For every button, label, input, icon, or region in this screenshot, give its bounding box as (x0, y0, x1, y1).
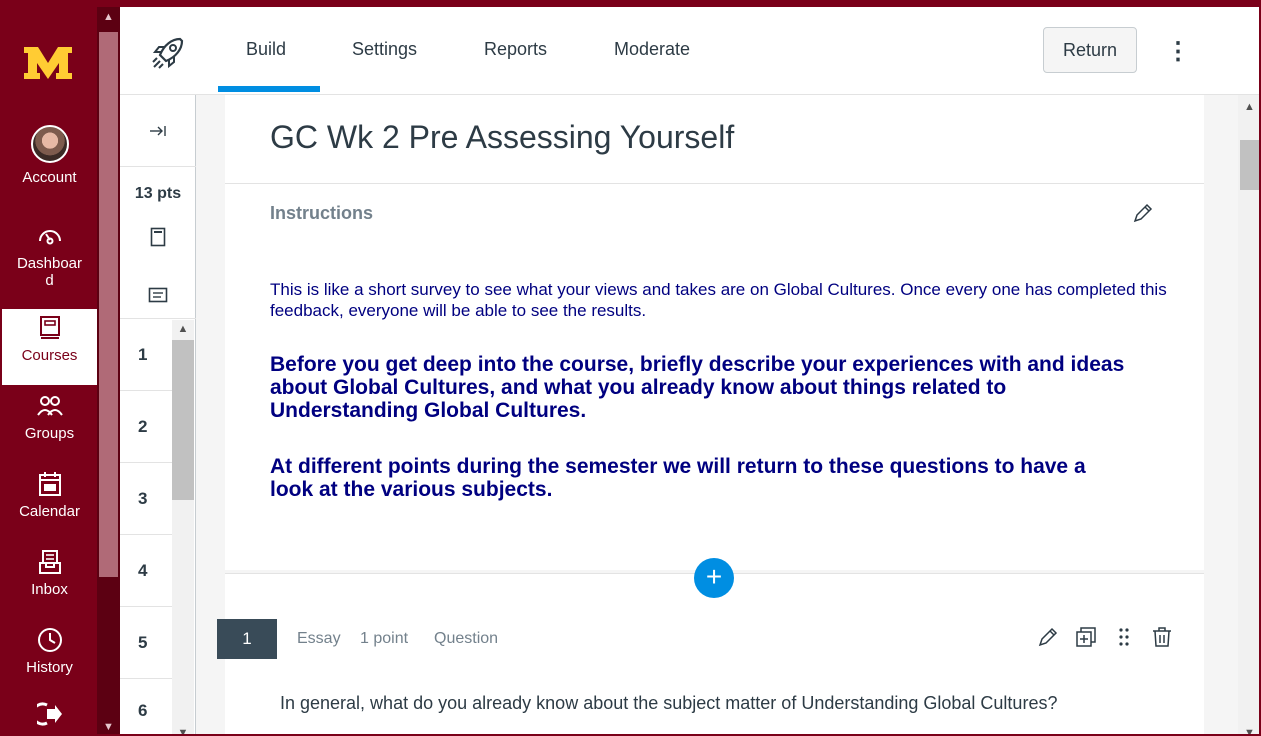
nav-item-label: Calendar (19, 503, 80, 520)
copy-question-icon[interactable] (1074, 625, 1098, 649)
inbox-icon (2, 549, 97, 581)
expand-sidebar-button[interactable] (120, 95, 196, 167)
account-avatar-icon (30, 125, 69, 163)
scroll-down-arrow-icon[interactable]: ▼ (172, 727, 194, 734)
nav-item-label: Account (22, 169, 77, 186)
rocket-icon (152, 37, 184, 69)
quiz-topbar: Build Settings Reports Moderate Return ⋮ (120, 7, 1259, 95)
page-icon[interactable] (120, 221, 196, 253)
scroll-up-arrow-icon[interactable]: ▲ (1238, 101, 1259, 113)
sidebar-question-3[interactable]: 3 (120, 463, 172, 535)
return-button[interactable]: Return (1043, 27, 1137, 73)
tab-settings[interactable]: Settings (352, 39, 417, 60)
scroll-up-arrow-icon[interactable]: ▲ (172, 323, 194, 335)
question-kind: Question (434, 630, 499, 647)
history-icon (2, 627, 97, 659)
question-text: In general, what do you already know abo… (280, 693, 1058, 713)
nav-item-inbox[interactable]: Inbox (2, 549, 97, 598)
active-tab-indicator (218, 86, 320, 92)
university-logo[interactable] (22, 43, 74, 83)
nav-item-groups[interactable]: Groups (2, 393, 97, 442)
scrollbar-thumb[interactable] (99, 32, 118, 577)
total-points: 13 pts (134, 185, 182, 202)
instructions-paragraph: At different points during the semester … (270, 455, 1086, 501)
drag-handle-icon[interactable] (1112, 625, 1136, 649)
app-window: Account Dashboar d Courses Groups Calend (0, 0, 1261, 736)
nav-item-calendar[interactable]: Calendar (2, 471, 97, 520)
main-scrollbar[interactable]: ▲ ▼ (1238, 95, 1259, 734)
logout-arrow-icon (2, 701, 97, 733)
question-points: 1 point (360, 630, 409, 647)
edit-instructions-pencil-icon[interactable] (1131, 201, 1155, 225)
delete-question-trash-icon[interactable] (1150, 625, 1174, 649)
sidebar-question-6[interactable]: 6 (120, 679, 172, 734)
main-scrollbar-thumb[interactable] (1240, 140, 1259, 190)
nav-scrollbar[interactable]: ▲ ▼ (97, 7, 120, 734)
expand-arrow-icon (150, 125, 166, 136)
question-number-badge: 1 (217, 619, 277, 659)
dashboard-icon (2, 223, 97, 255)
tab-reports[interactable]: Reports (484, 39, 547, 60)
scroll-up-arrow-icon[interactable]: ▲ (97, 11, 120, 23)
global-navigation: Account Dashboar d Courses Groups Calend (2, 7, 97, 734)
question-type: Essay (297, 630, 341, 647)
question-sidebar: 13 pts ▲ ▼ 1 2 3 4 5 6 (120, 95, 196, 734)
sidebar-scrollbar-thumb[interactable] (172, 340, 194, 500)
scroll-down-arrow-icon[interactable]: ▼ (97, 721, 120, 733)
nav-item-label: Inbox (31, 581, 68, 598)
nav-item-dashboard[interactable]: Dashboar d (2, 223, 97, 289)
question-toolbar (1036, 625, 1174, 649)
courses-icon (2, 315, 97, 347)
nav-item-account[interactable]: Account (2, 125, 97, 186)
more-options-icon[interactable]: ⋮ (1166, 37, 1190, 67)
sidebar-question-1[interactable]: 1 (120, 319, 172, 391)
divider (225, 183, 1204, 184)
calendar-icon (2, 471, 97, 503)
groups-icon (2, 393, 97, 425)
quiz-editor: GC Wk 2 Pre Assessing Yourself Instructi… (196, 95, 1238, 734)
nav-item-history[interactable]: History (2, 627, 97, 676)
instructions-intro-text: This is like a short survey to see what … (270, 280, 1167, 320)
page-title: GC Wk 2 Pre Assessing Yourself (270, 119, 735, 155)
nav-item-courses[interactable]: Courses (2, 309, 97, 385)
sidebar-question-2[interactable]: 2 (120, 391, 172, 463)
nav-item-label: Dashboar d (16, 255, 83, 289)
add-question-button[interactable]: + (694, 558, 734, 598)
instructions-icon[interactable] (120, 271, 196, 319)
edit-question-pencil-icon[interactable] (1036, 625, 1060, 649)
tab-moderate[interactable]: Moderate (614, 39, 690, 60)
instructions-label: Instructions (270, 203, 374, 223)
nav-item-label: History (26, 659, 73, 676)
sidebar-question-5[interactable]: 5 (120, 607, 172, 679)
nav-item-label: Courses (21, 347, 78, 364)
scroll-down-arrow-icon[interactable]: ▼ (1238, 727, 1259, 734)
nav-item-label: Groups (24, 425, 75, 442)
nav-item-logout[interactable] (2, 701, 97, 733)
sidebar-question-4[interactable]: 4 (120, 535, 172, 607)
instructions-paragraph: Before you get deep into the course, bri… (270, 353, 1125, 422)
tab-build[interactable]: Build (246, 39, 286, 60)
